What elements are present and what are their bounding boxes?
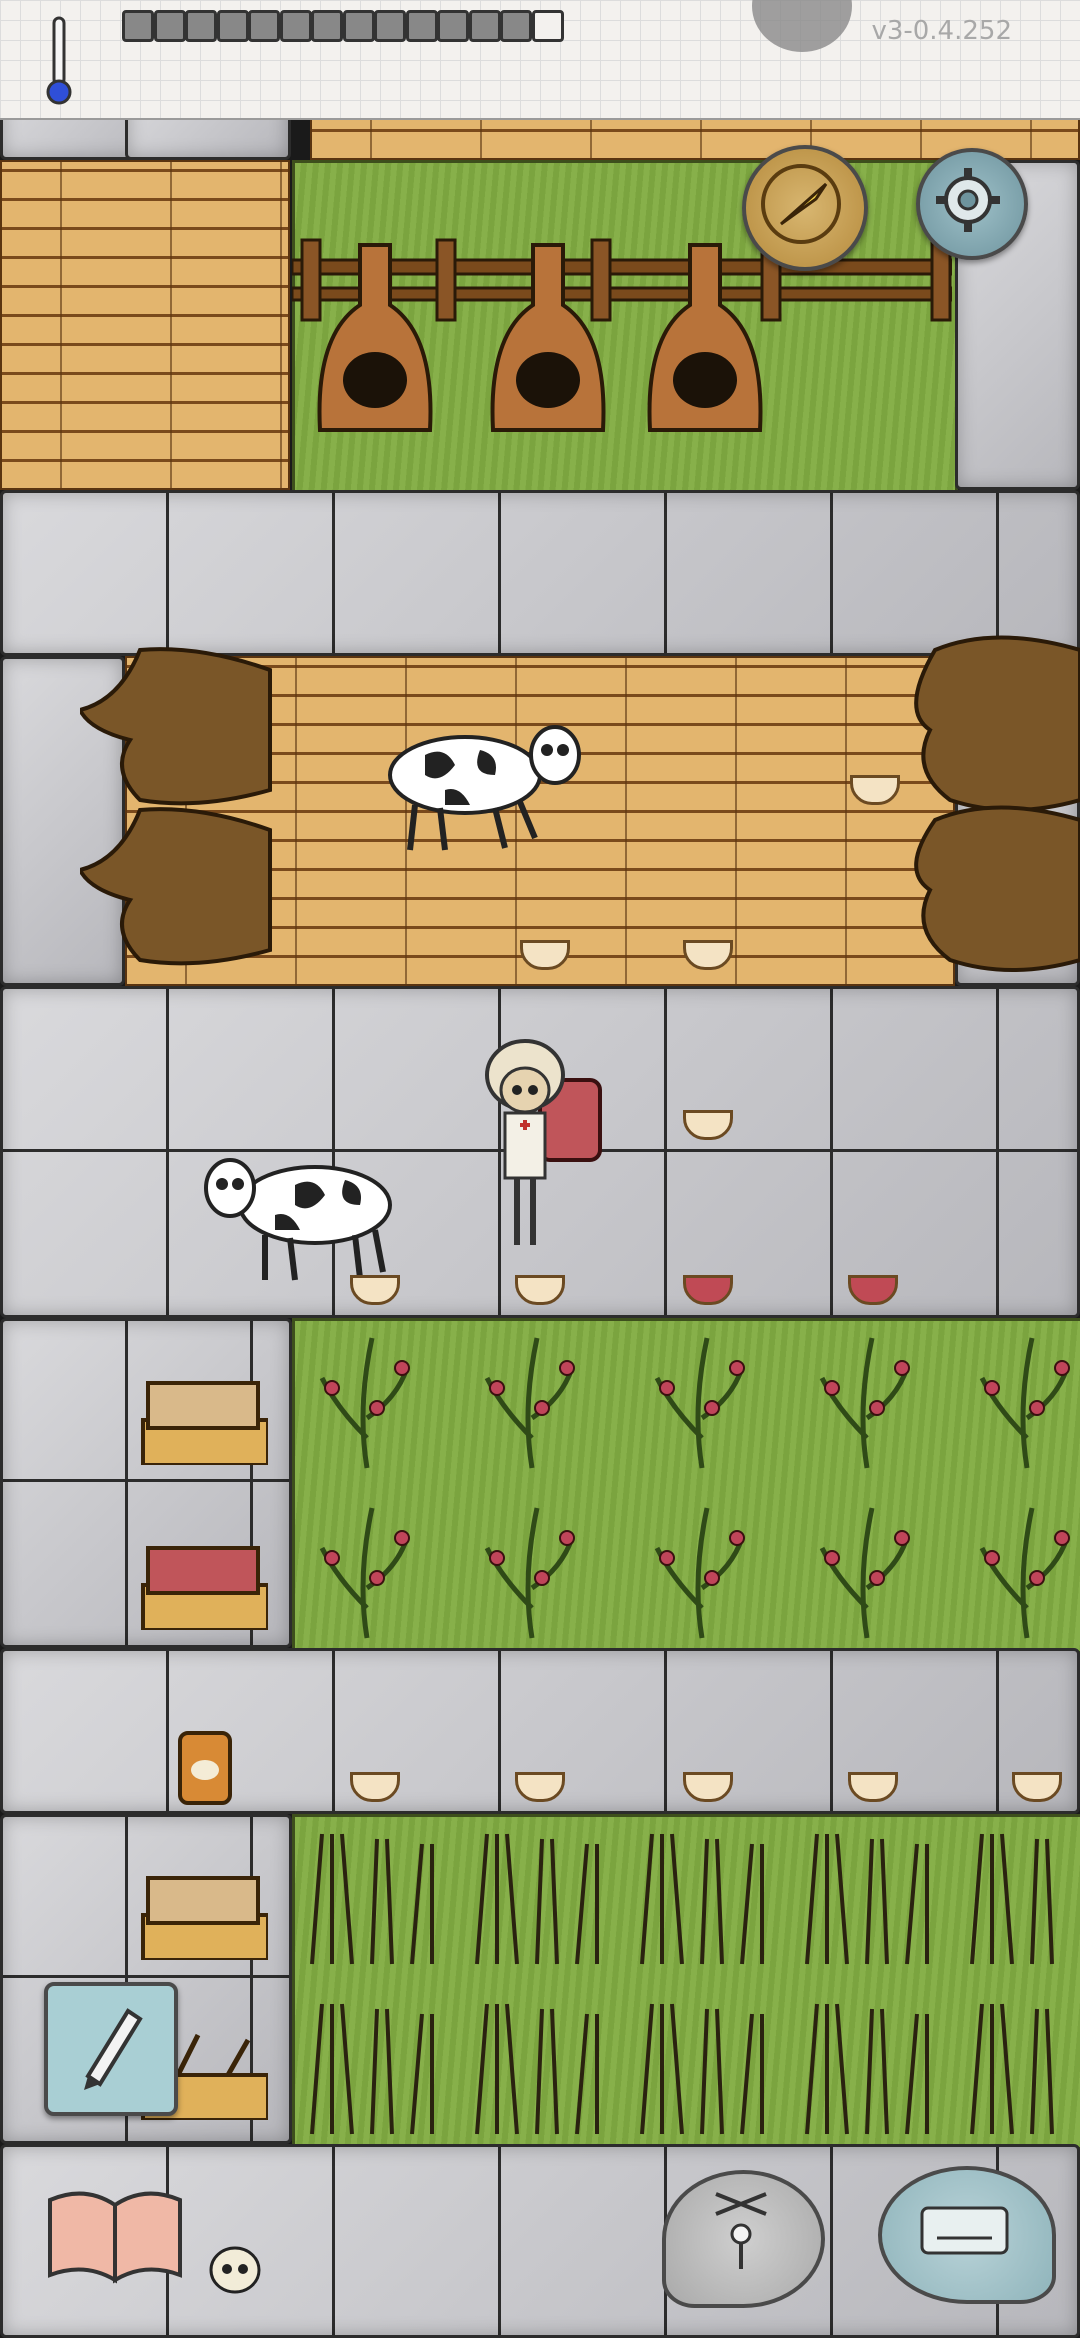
inventory-slot[interactable] — [279, 10, 312, 42]
skull-icon — [209, 2246, 261, 2294]
puppet-icon — [715, 2192, 767, 2269]
thermometer-icon — [46, 16, 72, 105]
achievement-badge[interactable] — [752, 0, 852, 52]
inventory-slot[interactable] — [216, 10, 249, 42]
crate[interactable] — [138, 1870, 268, 1960]
wheat-crops[interactable] — [292, 1814, 1077, 2144]
crate[interactable] — [138, 1540, 268, 1630]
version-label: v3-0.4.252 — [871, 16, 1012, 46]
bearskin-rug[interactable] — [905, 800, 1080, 980]
player-character[interactable] — [480, 1035, 620, 1255]
gooseberry-bushes[interactable] — [292, 1318, 1077, 1648]
book-icon[interactable] — [40, 2180, 190, 2290]
kiln[interactable] — [315, 235, 435, 435]
crate[interactable] — [138, 1375, 268, 1465]
inventory-slot[interactable] — [185, 10, 217, 42]
cow[interactable] — [385, 720, 585, 860]
pencil-icon — [84, 2008, 143, 2090]
inventory-slot[interactable] — [248, 10, 280, 42]
gear-icon — [936, 168, 1000, 232]
inventory-slot[interactable] — [374, 10, 406, 42]
emote-button[interactable] — [662, 2170, 825, 2308]
inventory-slot[interactable] — [531, 10, 564, 42]
wood-floor — [0, 160, 290, 490]
chat-button[interactable] — [878, 2166, 1056, 2304]
inventory-slot[interactable] — [468, 10, 501, 42]
inventory-slot[interactable] — [405, 10, 438, 42]
inventory-slot[interactable] — [437, 10, 469, 42]
kiln[interactable] — [488, 235, 608, 435]
inventory-slot[interactable] — [500, 10, 532, 42]
compass-arrow-icon — [761, 164, 841, 244]
keyboard-icon — [920, 2206, 1009, 2255]
settings-button[interactable] — [916, 148, 1028, 260]
inventory-slot[interactable] — [311, 10, 343, 42]
bearskin-rug[interactable] — [80, 800, 290, 970]
inventory-bar: v3-0.4.252 — [0, 0, 1080, 120]
bearskin-rug[interactable] — [905, 630, 1080, 820]
cow[interactable] — [195, 1150, 395, 1290]
inventory-slot[interactable] — [122, 10, 154, 42]
inventory-slot[interactable] — [342, 10, 375, 42]
note-button[interactable] — [44, 1982, 178, 2116]
kiln[interactable] — [645, 235, 765, 435]
bearskin-rug[interactable] — [80, 640, 290, 810]
inventory-slot[interactable] — [153, 10, 186, 42]
hint-button[interactable] — [742, 145, 868, 271]
crock[interactable] — [175, 1728, 235, 1808]
